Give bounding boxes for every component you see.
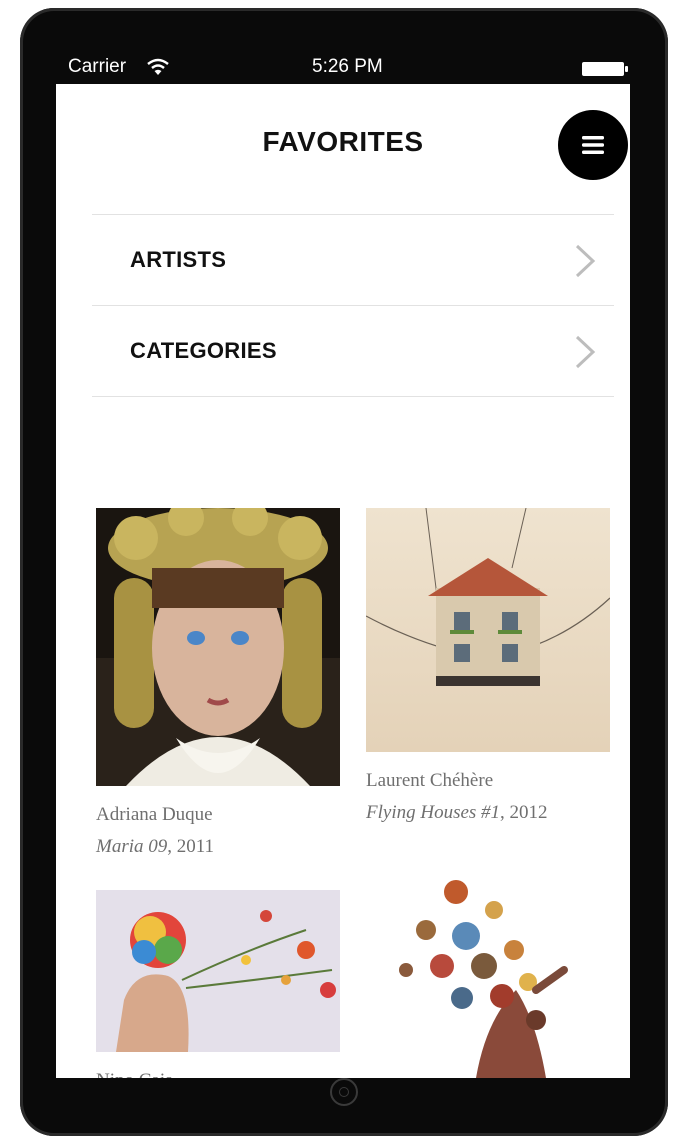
work-title: Flying Houses #1: [366, 802, 501, 823]
status-bar: Carrier 5:26 PM: [56, 52, 630, 84]
chevron-right-icon: [575, 244, 596, 278]
favorite-card[interactable]: Adriana Duque Maria 09, 2011: [96, 508, 340, 868]
work-title: Maria 09: [96, 836, 168, 857]
artist-name: Nino Cais: [96, 1070, 173, 1078]
home-button[interactable]: [330, 1078, 358, 1106]
artist-name: Laurent Chéhère: [366, 770, 494, 791]
favorite-card[interactable]: Nino Cais: [96, 890, 340, 1078]
list-item-categories[interactable]: CATEGORIES: [92, 305, 614, 397]
artwork-title: Maria 09, 2011: [96, 836, 214, 858]
artwork-image: [366, 508, 610, 752]
list-item-label: CATEGORIES: [130, 338, 277, 363]
work-year: , 2011: [167, 836, 215, 857]
artwork-image: [366, 870, 610, 1078]
clock: 5:26 PM: [312, 56, 383, 77]
screen: FAVORITES ARTISTS CATEGORIES Adriana Duq…: [56, 84, 630, 1078]
work-year: , 2012: [500, 802, 548, 823]
list-item-label: ARTISTS: [130, 247, 227, 272]
artist-name: Adriana Duque: [96, 804, 213, 825]
menu-button[interactable]: [558, 110, 628, 180]
artwork-image: [96, 508, 340, 786]
favorite-card[interactable]: Laurent Chéhère Flying Houses #1, 2012: [366, 508, 610, 838]
artwork-title: Flying Houses #1, 2012: [366, 802, 548, 824]
page-title: FAVORITES: [262, 126, 424, 157]
carrier-label: Carrier: [68, 56, 127, 77]
artwork-image: [96, 890, 340, 1052]
list-item-artists[interactable]: ARTISTS: [92, 214, 614, 305]
favorites-nav-list: ARTISTS CATEGORIES: [92, 214, 614, 397]
battery-icon: [582, 62, 628, 76]
hamburger-icon: [582, 136, 604, 154]
wifi-icon: [147, 58, 169, 75]
chevron-right-icon: [575, 335, 596, 369]
favorite-card[interactable]: [366, 870, 610, 1078]
